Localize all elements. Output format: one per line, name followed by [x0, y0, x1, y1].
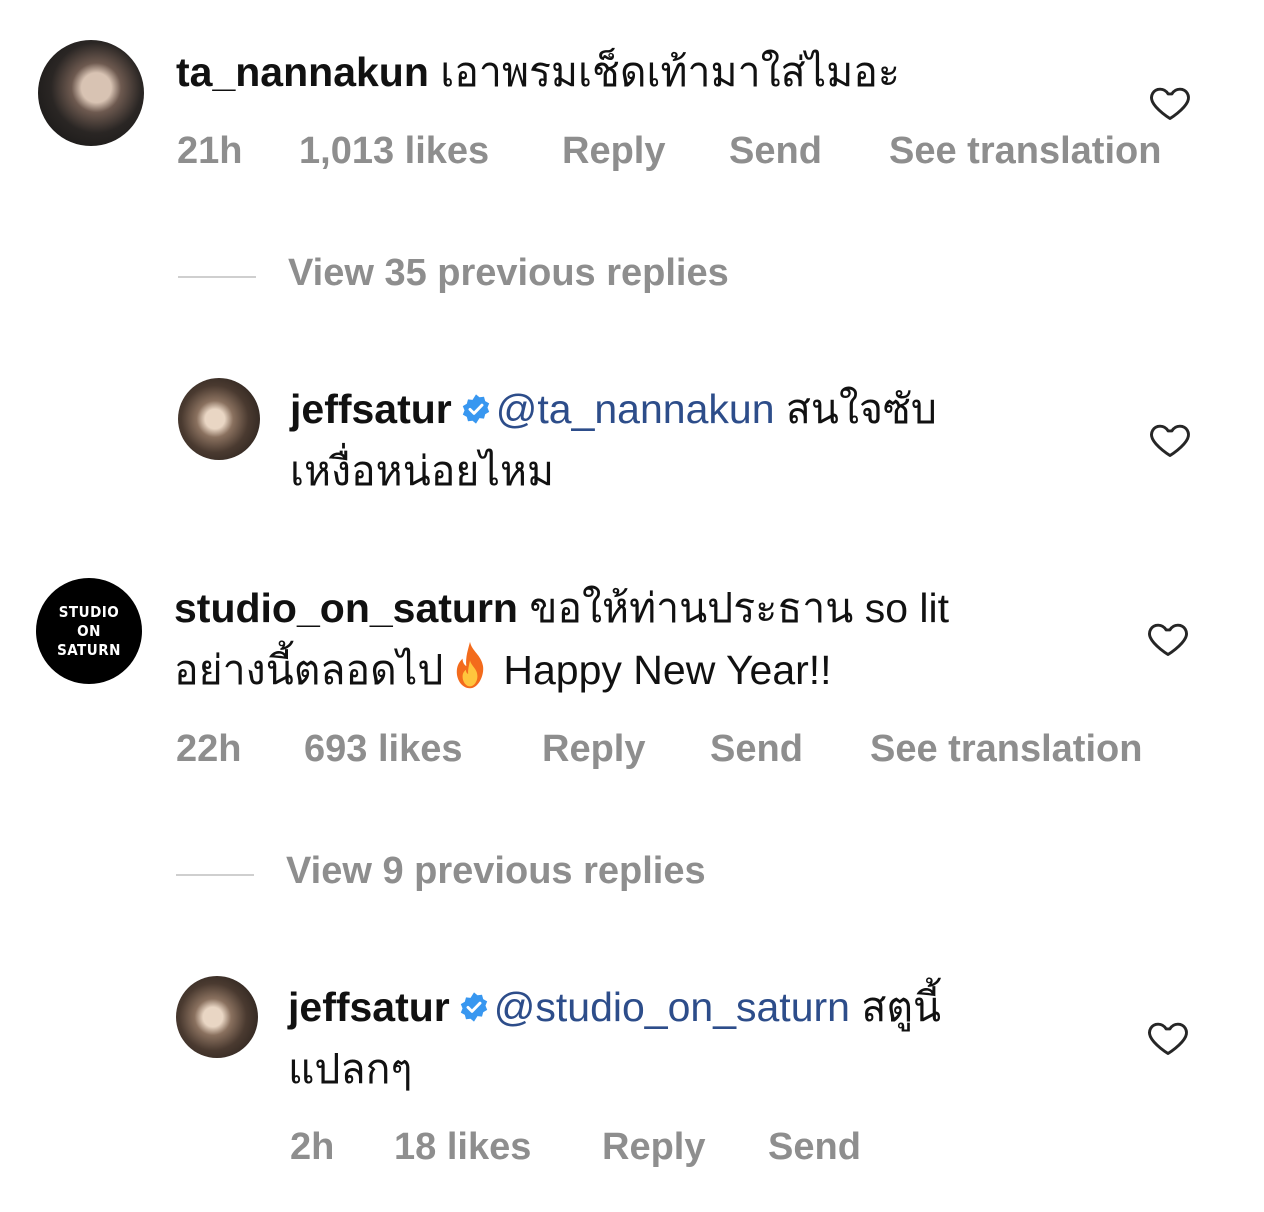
heart-icon[interactable] — [1146, 616, 1190, 660]
comment-2-line-2: อย่างนี้ตลอดไป Happy New Year!! — [174, 640, 832, 700]
avatar-studio-on-saturn[interactable]: STUDIO ON SATURN — [36, 578, 142, 684]
username[interactable]: studio_on_saturn — [174, 585, 518, 631]
view-previous-replies[interactable]: View 9 previous replies — [176, 850, 876, 900]
send-button[interactable]: Send — [768, 1126, 861, 1169]
comment-text: ขอให้ท่านประธาน so lit — [529, 585, 949, 631]
view-previous-replies[interactable]: View 35 previous replies — [178, 252, 878, 302]
heart-icon[interactable] — [1146, 1015, 1190, 1059]
likes-count[interactable]: 18 likes — [394, 1126, 531, 1169]
heart-icon[interactable] — [1148, 80, 1192, 124]
see-translation-button[interactable]: See translation — [889, 130, 1161, 173]
view-replies-label[interactable]: View 35 previous replies — [288, 252, 729, 295]
reply-button[interactable]: Reply — [562, 130, 665, 173]
comment-text: Happy New Year!! — [503, 647, 832, 693]
verified-badge-icon — [460, 992, 487, 1022]
studio-logo: STUDIO ON SATURN — [57, 602, 121, 659]
comment-1-body: ta_nannakun เอาพรมเช็ดเท้ามาใส่ไมอะ — [176, 42, 900, 102]
divider-line — [176, 874, 254, 876]
reply-text: สนใจซับ — [785, 386, 937, 432]
reply-2-line-2: แปลกๆ — [288, 1046, 413, 1092]
comment-1-meta: 21h 1,013 likes Reply Send See translati… — [177, 130, 1237, 176]
mention-link[interactable]: @ta_nannakun — [496, 386, 775, 432]
see-translation-button[interactable]: See translation — [870, 728, 1142, 771]
fire-emoji-icon — [457, 641, 484, 689]
comment-2-line-1: studio_on_saturn ขอให้ท่านประธาน so lit — [174, 578, 949, 638]
timestamp: 21h — [177, 130, 243, 172]
username[interactable]: ta_nannakun — [176, 49, 429, 95]
reply-2-meta: 2h 18 likes Reply Send — [290, 1126, 990, 1172]
reply-button[interactable]: Reply — [602, 1126, 705, 1169]
heart-icon[interactable] — [1148, 417, 1192, 461]
timestamp: 22h — [176, 728, 242, 770]
reply-2-line-1: jeffsatur @studio_on_saturn สตูนี้ — [288, 977, 941, 1037]
timestamp: 2h — [290, 1126, 335, 1168]
view-replies-label[interactable]: View 9 previous replies — [286, 850, 706, 893]
username[interactable]: jeffsatur — [290, 386, 452, 432]
reply-button[interactable]: Reply — [542, 728, 645, 771]
avatar-ta-nannakun[interactable] — [38, 40, 144, 146]
comment-text: อย่างนี้ตลอดไป — [174, 647, 444, 693]
username[interactable]: jeffsatur — [288, 984, 450, 1030]
send-button[interactable]: Send — [729, 130, 822, 173]
likes-count[interactable]: 693 likes — [304, 728, 462, 771]
avatar-jeffsatur[interactable] — [176, 976, 258, 1058]
send-button[interactable]: Send — [710, 728, 803, 771]
comment-2-meta: 22h 693 likes Reply Send See translation — [176, 728, 1236, 774]
likes-count[interactable]: 1,013 likes — [299, 130, 489, 173]
comment-text: เอาพรมเช็ดเท้ามาใส่ไมอะ — [440, 49, 900, 95]
mention-link[interactable]: @studio_on_saturn — [494, 984, 850, 1030]
reply-1-line-1: jeffsatur @ta_nannakun สนใจซับ — [290, 379, 937, 439]
reply-1-line-2: เหงื่อหน่อยไหม — [290, 448, 555, 494]
verified-badge-icon — [462, 394, 489, 424]
reply-text: สตูนี้ — [861, 984, 942, 1030]
divider-line — [178, 276, 256, 278]
avatar-jeffsatur[interactable] — [178, 378, 260, 460]
